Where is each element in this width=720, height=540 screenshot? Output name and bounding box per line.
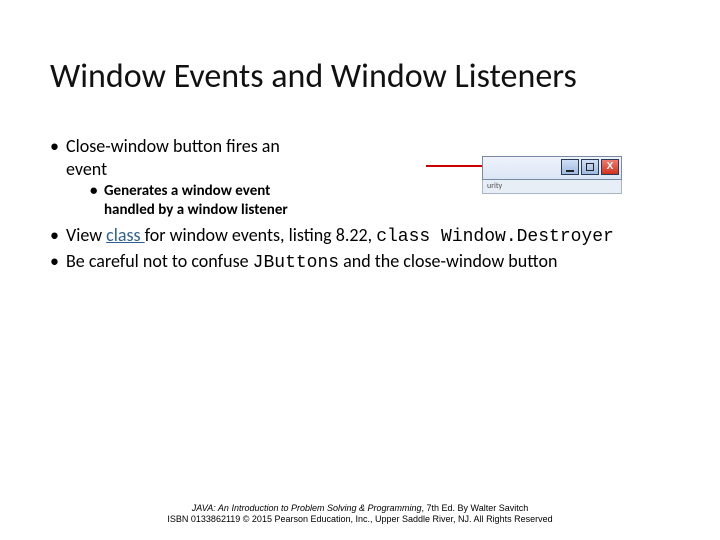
code-jbuttons: JButtons [253,253,339,273]
slide-title: Window Events and Window Listeners [50,58,670,95]
text-view: View [66,224,106,246]
window-titlebar-figure: X urity [482,156,622,194]
bullet-view-class: View class for window events, listing 8.… [50,224,670,249]
text-for-window-events: for window events, listing 8.22, [145,224,377,246]
footer-book-title: JAVA: An Introduction to Problem Solving… [192,503,422,513]
footer-line-1: JAVA: An Introduction to Problem Solving… [0,503,720,515]
footer-line-2: ISBN 0133862119 © 2015 Pearson Education… [0,514,720,526]
bullet-close-window: Close-window button fires an event Gener… [50,135,316,220]
window-button-group: X [561,159,619,175]
link-class[interactable]: class [106,224,145,246]
code-window-destroyer: class Window.Destroyer [376,227,614,247]
text-close-window-button: and the close-window button [339,250,557,272]
slide: Window Events and Window Listeners Close… [0,0,720,540]
subbar-fragment: urity [482,180,622,194]
sub-bullet-generates: Generates a window event handled by a wi… [90,182,316,220]
bullet-text: Close-window button fires an event [66,135,280,180]
slide-footer: JAVA: An Introduction to Problem Solving… [0,503,720,526]
footer-edition-author: , 7th Ed. By Walter Savitch [422,503,529,513]
sub-bullet-list: Generates a window event handled by a wi… [66,182,316,220]
maximize-icon [581,159,599,175]
close-icon: X [601,159,619,175]
titlebar: X [482,156,622,180]
text-be-careful: Be careful not to confuse [66,250,253,272]
bullet-be-careful: Be careful not to confuse JButtons and t… [50,250,670,275]
minimize-icon [561,159,579,175]
